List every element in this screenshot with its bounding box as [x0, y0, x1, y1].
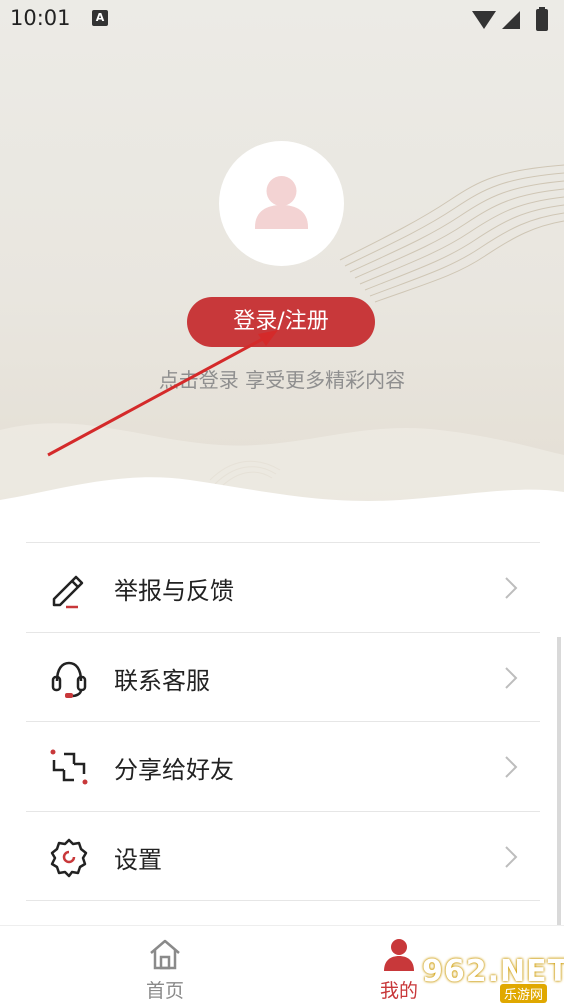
- headset-icon: [51, 661, 87, 698]
- menu-item-share-friends[interactable]: 分享给好友: [26, 722, 540, 812]
- scrollbar[interactable]: [557, 637, 561, 927]
- status-time: 10:01: [10, 6, 71, 30]
- watermark-sub: 乐游网: [500, 984, 548, 1003]
- notification-icon: A: [92, 10, 108, 26]
- menu-item-label: 设置: [114, 845, 162, 874]
- menu-item-label: 举报与反馈: [114, 577, 234, 605]
- wifi-icon: [472, 11, 496, 29]
- mountain-decoration: [0, 164, 564, 540]
- chevron-right-icon: [505, 666, 518, 689]
- chevron-right-icon: [505, 756, 518, 778]
- menu-list: 举报与反馈 联系客服 分享给好友 设置: [26, 542, 540, 901]
- login-register-button[interactable]: 登录/注册: [187, 297, 375, 347]
- user-icon: [384, 939, 414, 971]
- status-icons: [472, 7, 548, 31]
- signal-icon: [502, 11, 520, 29]
- chevron-right-icon: [505, 845, 518, 868]
- menu-item-label: 分享给好友: [114, 756, 234, 784]
- battery-icon: [536, 9, 548, 31]
- person-icon: [255, 176, 308, 229]
- menu-item-contact-service[interactable]: 联系客服: [26, 633, 540, 722]
- gear-icon: [50, 838, 88, 877]
- watermark-logo: 962.NET 乐游网: [422, 954, 564, 1003]
- menu-item-label: 联系客服: [114, 666, 210, 695]
- pencil-icon: [52, 575, 84, 609]
- header-background: [0, 0, 564, 540]
- login-subtitle: 点击登录 享受更多精彩内容: [158, 368, 406, 392]
- avatar[interactable]: [219, 141, 344, 266]
- nav-item-home[interactable]: 首页: [125, 934, 205, 1002]
- menu-item-settings[interactable]: 设置: [26, 812, 540, 901]
- home-icon: [150, 939, 180, 970]
- status-bar: 10:01 A: [0, 0, 564, 40]
- nav-label-home: 首页: [145, 980, 184, 1002]
- share-icon: [50, 749, 88, 785]
- menu-item-report-feedback[interactable]: 举报与反馈: [26, 543, 540, 633]
- chevron-right-icon: [505, 577, 518, 599]
